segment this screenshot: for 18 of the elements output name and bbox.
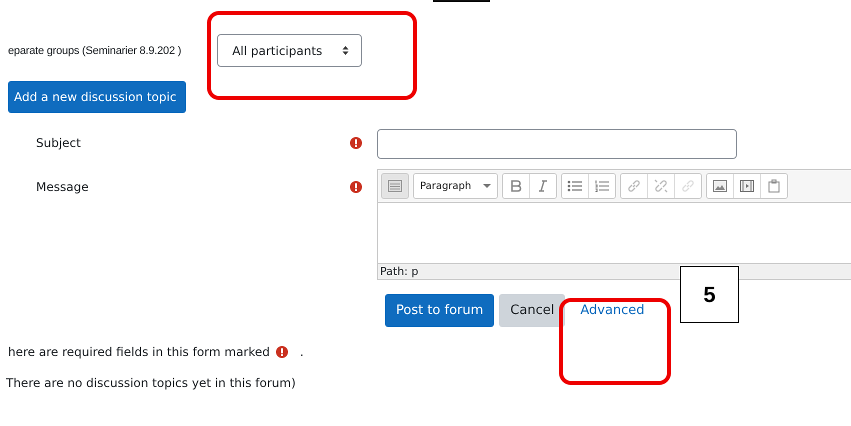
toolbar-toggle-icon[interactable] bbox=[381, 173, 409, 199]
note-period: . bbox=[300, 345, 304, 359]
paragraph-select[interactable]: Paragraph bbox=[413, 173, 498, 199]
empty-forum-note: There are no discussion topics yet in this forum) bbox=[6, 376, 296, 390]
cancel-button[interactable]: Cancel bbox=[499, 294, 566, 327]
subject-field[interactable] bbox=[377, 129, 737, 159]
groups-label: eparate groups (Seminarier 8.9.202 ) bbox=[8, 44, 182, 56]
editor-path: Path: p bbox=[380, 265, 418, 278]
required-icon bbox=[276, 346, 288, 358]
required-note: here are required fields in this form marked bbox=[8, 345, 270, 359]
group-select[interactable]: All participants bbox=[217, 34, 362, 67]
add-topic-button[interactable]: Add a new discussion topic bbox=[8, 81, 186, 113]
field-label: Message bbox=[35, 179, 90, 194]
post-button[interactable]: Post to forum bbox=[385, 294, 494, 327]
field-label: Subject bbox=[35, 135, 82, 150]
step-number: 5 bbox=[680, 266, 739, 323]
sort-caret-icon bbox=[342, 45, 350, 56]
advanced-link[interactable]: Advanced bbox=[580, 303, 645, 318]
